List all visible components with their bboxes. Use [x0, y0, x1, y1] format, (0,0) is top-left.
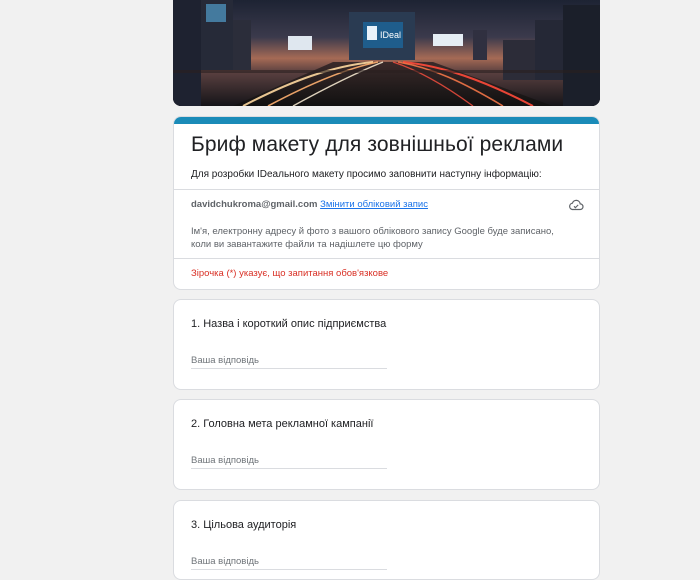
question-card: 1. Назва і короткий опис підприємства [173, 299, 600, 390]
form-header-card: Бриф макету для зовнішньої реклами Для р… [173, 116, 600, 290]
form-title: Бриф макету для зовнішньої реклами [191, 133, 564, 156]
required-note: Зірочка (*) указує, що запитання обов'яз… [191, 268, 389, 279]
form-description: Для розробки IDеального макету просимо з… [191, 169, 542, 180]
question-title: 3. Цільова аудиторія [191, 519, 297, 531]
answer-input[interactable] [191, 554, 387, 570]
account-email: davidchukroma@gmail.com [191, 199, 318, 210]
divider [174, 189, 599, 190]
cloud-saved-icon [568, 198, 584, 216]
header-accent-bar [174, 117, 599, 124]
account-info: davidchukroma@gmail.com Змінити облікови… [191, 199, 428, 210]
city-highway-illustration: IDeal [173, 0, 600, 106]
divider [174, 258, 599, 259]
question-title: 1. Назва і короткий опис підприємства [191, 318, 387, 330]
switch-account-link[interactable]: Змінити обліковий запис [320, 199, 428, 210]
billboard-text: IDeal [380, 30, 401, 40]
header-banner-image: IDeal [173, 0, 600, 106]
question-card: 3. Цільова аудиторія [173, 500, 600, 580]
answer-input[interactable] [191, 453, 387, 469]
account-disclosure-note: Ім'я, електронну адресу й фото з вашого … [191, 226, 554, 250]
answer-input[interactable] [191, 353, 387, 369]
question-card: 2. Головна мета рекламної кампанії [173, 399, 600, 490]
question-title: 2. Головна мета рекламної кампанії [191, 418, 374, 430]
